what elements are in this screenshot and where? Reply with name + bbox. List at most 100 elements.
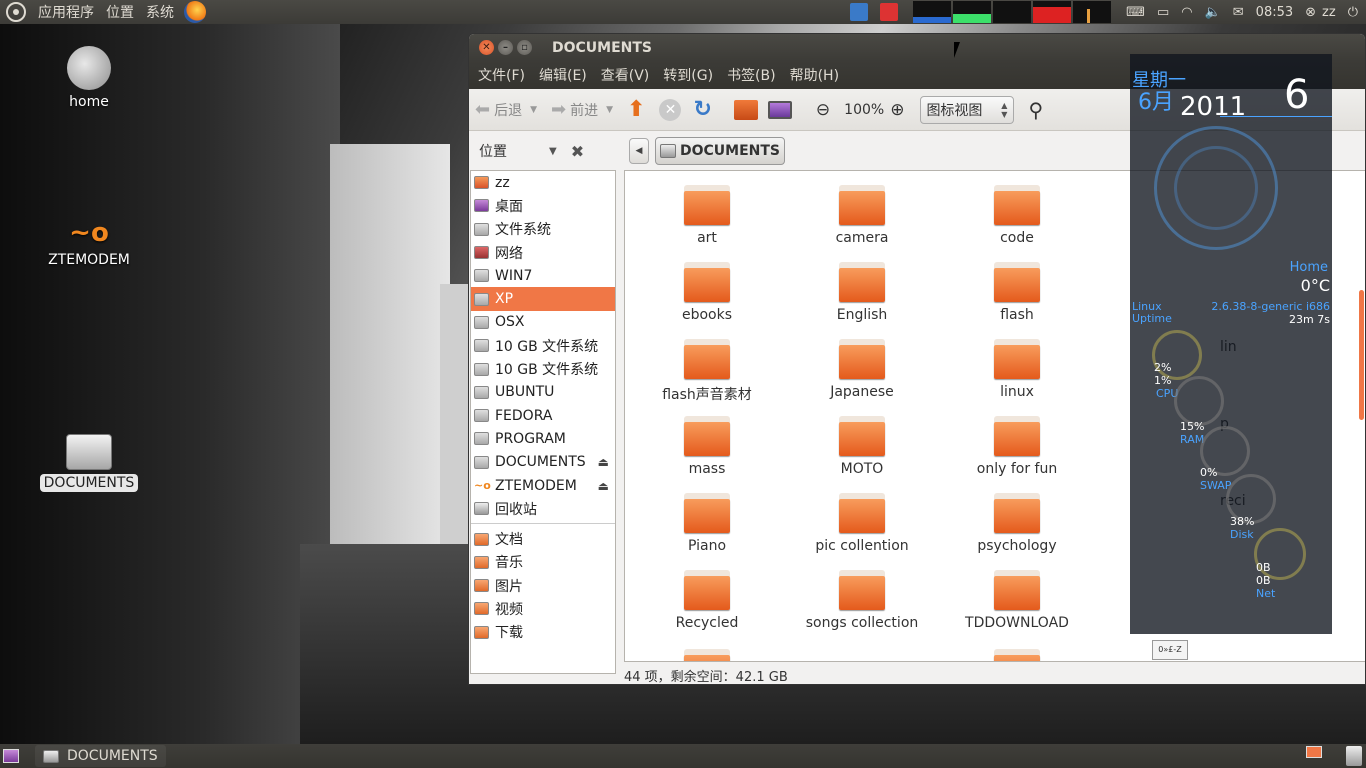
net-graph-icon[interactable] bbox=[993, 1, 1032, 23]
reload-button[interactable]: ↻ bbox=[693, 97, 711, 122]
sidebar-item[interactable]: 视频 bbox=[471, 597, 615, 620]
desktop-icon-documents[interactable]: DOCUMENTS bbox=[34, 434, 144, 492]
desktop-icon-home[interactable]: home bbox=[34, 46, 144, 110]
sidebar-item[interactable]: 文件系统 bbox=[471, 218, 615, 241]
path-left-icon[interactable]: ◀ bbox=[629, 138, 649, 164]
home-button[interactable] bbox=[733, 99, 758, 120]
minimize-icon[interactable]: – bbox=[498, 40, 513, 55]
taskbar-item-label: DOCUMENTS bbox=[67, 748, 158, 764]
user-name[interactable]: zz bbox=[1322, 3, 1336, 21]
menu-help[interactable]: 帮助(H) bbox=[783, 65, 846, 85]
folder-item[interactable]: English bbox=[792, 262, 932, 323]
sidebar-item[interactable]: 下载 bbox=[471, 621, 615, 644]
chevron-down-icon[interactable]: ▼ bbox=[606, 105, 613, 115]
folder-item[interactable]: flash声音素材 bbox=[637, 339, 777, 404]
workspace-switcher-icon[interactable] bbox=[1306, 746, 1322, 758]
mail-icon[interactable]: ✉ bbox=[1233, 3, 1244, 21]
sidebar-item[interactable]: WIN7 bbox=[471, 264, 615, 287]
menu-bookmarks[interactable]: 书签(B) bbox=[720, 65, 783, 85]
menu-system[interactable]: 系统 bbox=[140, 2, 180, 22]
battery-icon[interactable]: ▭ bbox=[1157, 3, 1169, 21]
sidebar-item[interactable]: 10 GB 文件系统 bbox=[471, 357, 615, 380]
cpu-graph-icon[interactable] bbox=[913, 1, 952, 23]
folder-item[interactable]: mass bbox=[637, 416, 777, 477]
folder-item[interactable]: camera bbox=[792, 185, 932, 246]
menu-view[interactable]: 查看(V) bbox=[594, 65, 657, 85]
chevron-down-icon[interactable]: ▼ bbox=[549, 146, 557, 157]
volume-icon[interactable]: 🔈 bbox=[1205, 3, 1221, 21]
sidebar-item[interactable]: 网络 bbox=[471, 241, 615, 264]
sidebar-item[interactable]: 音乐 bbox=[471, 551, 615, 574]
user-icon[interactable]: ⊗ bbox=[1305, 3, 1316, 21]
folder-item[interactable]: only for fun bbox=[947, 416, 1087, 477]
sidebar-item[interactable]: 回收站 bbox=[471, 497, 615, 520]
sidebar-item[interactable]: zz bbox=[471, 171, 615, 194]
sidebar-item[interactable]: 10 GB 文件系统 bbox=[471, 334, 615, 357]
sidebar-item[interactable]: OSX bbox=[471, 311, 615, 334]
folder-item[interactable]: flash bbox=[947, 262, 1087, 323]
eject-icon[interactable]: ⏏ bbox=[598, 455, 609, 469]
swap-graph-icon[interactable] bbox=[1033, 1, 1072, 23]
zoom-in-button[interactable]: ⊕ bbox=[890, 100, 904, 120]
stop-button[interactable]: ✕ bbox=[659, 98, 682, 121]
folder-item[interactable]: MOTO bbox=[792, 416, 932, 477]
folder-item[interactable]: ebooks bbox=[637, 262, 777, 323]
taskbar-item-documents[interactable]: DOCUMENTS bbox=[35, 745, 166, 767]
folder-item[interactable]: Recycled bbox=[637, 570, 777, 631]
sidebar-item[interactable]: 文档 bbox=[471, 527, 615, 550]
app-red-icon[interactable] bbox=[880, 3, 899, 21]
folder-icon[interactable] bbox=[684, 649, 730, 661]
folder-item[interactable]: psychology bbox=[947, 493, 1087, 554]
sidebar-item[interactable]: PROGRAM bbox=[471, 427, 615, 450]
chevron-down-icon[interactable]: ▼ bbox=[530, 105, 537, 115]
folder-item[interactable]: linux bbox=[947, 339, 1087, 400]
folder-label: camera bbox=[835, 230, 889, 246]
app-launcher-icon[interactable] bbox=[850, 3, 869, 21]
maximize-icon[interactable]: ▫ bbox=[517, 40, 532, 55]
folder-icon[interactable] bbox=[994, 649, 1040, 661]
view-mode-select[interactable]: 图标视图 ▲ ▼ bbox=[920, 95, 1015, 124]
menu-places[interactable]: 位置 bbox=[100, 2, 140, 22]
firefox-icon[interactable] bbox=[184, 1, 206, 23]
folder-item[interactable]: art bbox=[637, 185, 777, 246]
sidebar-title[interactable]: 位置 bbox=[479, 141, 507, 161]
sidebar-item[interactable]: FEDORA bbox=[471, 404, 615, 427]
folder-item[interactable]: code bbox=[947, 185, 1087, 246]
back-button[interactable]: ⬅ 后退 ▼ bbox=[475, 99, 537, 120]
sidebar-item[interactable]: UBUNTU bbox=[471, 381, 615, 404]
folder-item[interactable]: Piano bbox=[637, 493, 777, 554]
menu-edit[interactable]: 编辑(E) bbox=[532, 65, 594, 85]
menu-file[interactable]: 文件(F) bbox=[469, 65, 532, 85]
path-button[interactable]: DOCUMENTS bbox=[655, 137, 786, 165]
folder-item[interactable]: Japanese bbox=[792, 339, 932, 400]
menu-go[interactable]: 转到(G) bbox=[656, 65, 720, 85]
search-icon[interactable]: ⚲ bbox=[1028, 98, 1043, 122]
load-graph-icon[interactable] bbox=[1073, 1, 1112, 23]
menu-applications[interactable]: 应用程序 bbox=[32, 2, 100, 22]
desktop-icon-ztemodem[interactable]: ~o ZTEMODEM bbox=[34, 218, 144, 268]
mem-graph-icon[interactable] bbox=[953, 1, 992, 23]
scrollbar[interactable] bbox=[1357, 170, 1365, 662]
eject-icon[interactable]: ⏏ bbox=[598, 479, 609, 493]
wifi-icon[interactable]: ◠ bbox=[1181, 3, 1192, 21]
ubuntu-logo-icon[interactable] bbox=[6, 2, 26, 22]
folder-item[interactable]: pic collention bbox=[792, 493, 932, 554]
sidebar-item[interactable]: DOCUMENTS ⏏ bbox=[471, 451, 615, 474]
up-button[interactable]: ⬆ bbox=[627, 97, 645, 122]
sidebar-item[interactable]: ~o ZTEMODEM ⏏ bbox=[471, 474, 615, 497]
sidebar-item[interactable]: 图片 bbox=[471, 574, 615, 597]
sidebar-item[interactable]: XP bbox=[471, 287, 615, 311]
zoom-out-button[interactable]: ⊖ bbox=[816, 100, 830, 120]
clock[interactable]: 08:53 bbox=[1256, 3, 1293, 21]
folder-item[interactable]: songs collection bbox=[792, 570, 932, 631]
show-desktop-icon[interactable] bbox=[3, 749, 19, 763]
sidebar-item[interactable]: 桌面 bbox=[471, 194, 615, 217]
keyboard-icon[interactable]: ⌨ bbox=[1126, 3, 1145, 21]
trash-icon[interactable] bbox=[1346, 746, 1362, 766]
computer-button[interactable] bbox=[767, 100, 792, 119]
close-sidebar-icon[interactable]: ✖ bbox=[571, 142, 584, 161]
power-icon[interactable]: ⏻ bbox=[1348, 3, 1358, 21]
folder-item[interactable]: TDDOWNLOAD bbox=[947, 570, 1087, 631]
close-icon[interactable]: ✕ bbox=[479, 40, 494, 55]
forward-button[interactable]: ➡ 前进 ▼ bbox=[551, 99, 613, 120]
